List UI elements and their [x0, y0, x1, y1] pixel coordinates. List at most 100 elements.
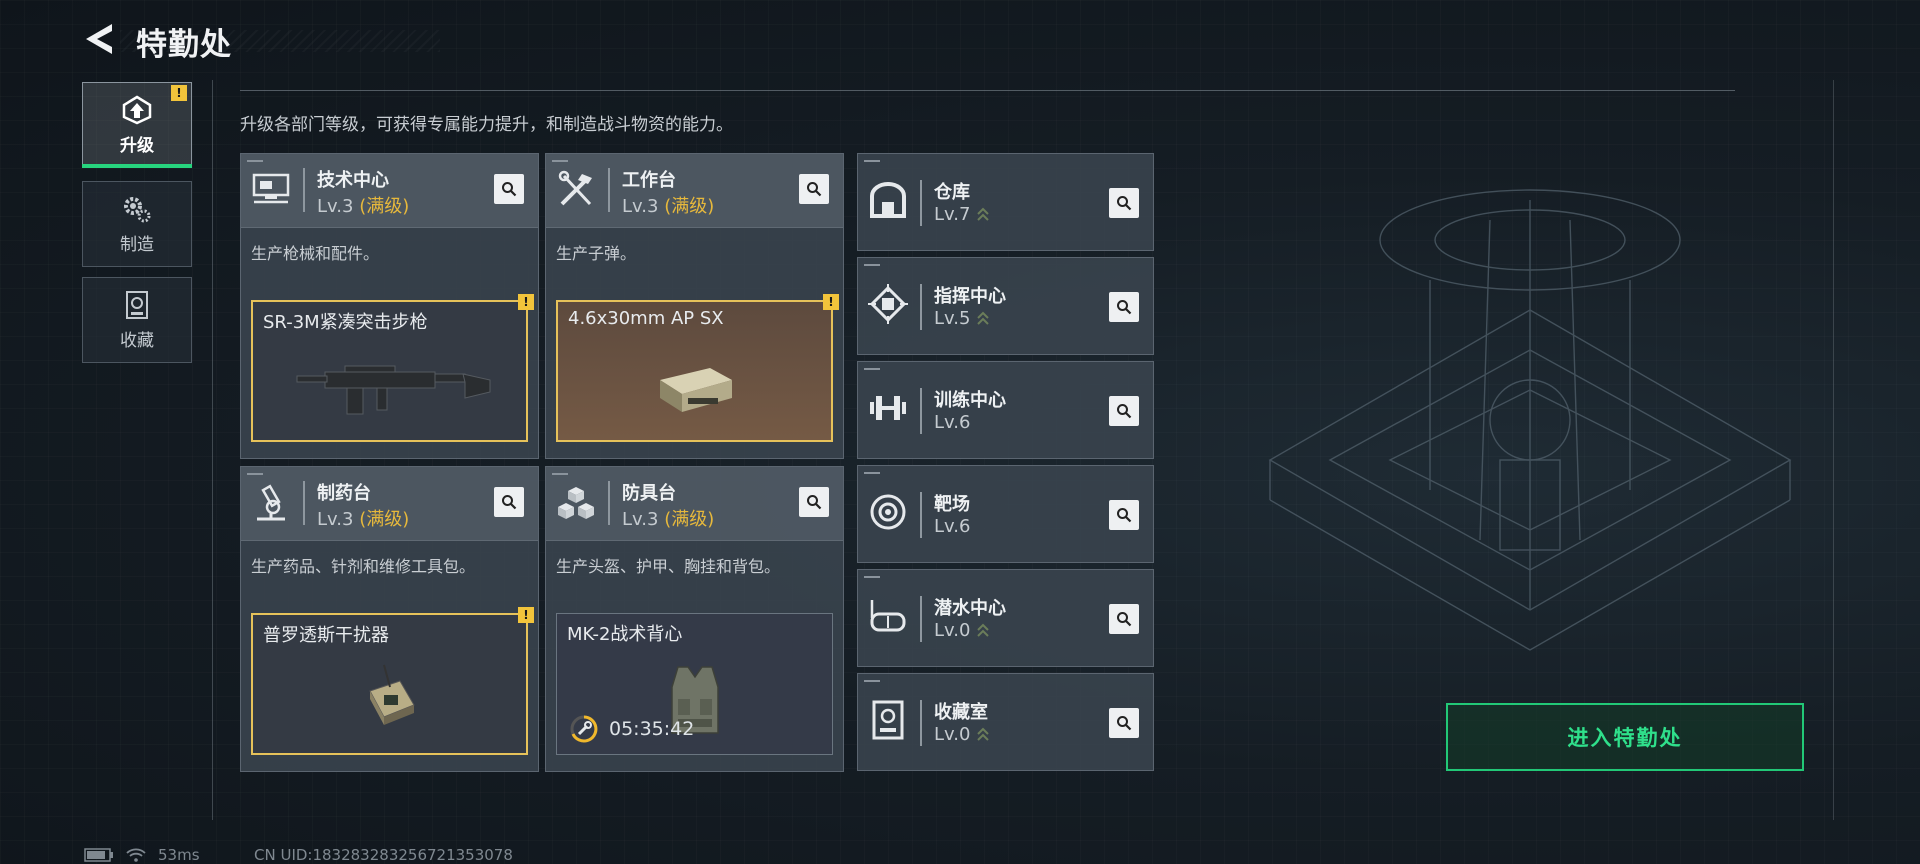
craft-item-slot[interactable]: SR-3M紧凑突击步枪 ! [251, 294, 534, 442]
level-value: Lv.6 [934, 516, 971, 537]
separator [920, 180, 922, 226]
dept-card-header: 技术中心 Lv.3 (满级) [241, 154, 538, 228]
back-arrow-icon[interactable] [82, 20, 116, 58]
separator [303, 481, 305, 525]
top-frame-line [240, 90, 1735, 91]
right-frame-line [1833, 80, 1834, 820]
dumbbell-icon [866, 386, 910, 430]
facility-name: 靶场 [934, 494, 970, 515]
facility-level: Lv.6 [934, 516, 970, 537]
separator [920, 700, 922, 746]
uid-text: CN UID:18328328325672135307​8 [254, 846, 513, 864]
max-level-tag: (满级) [664, 196, 715, 217]
facility-level: Lv.7 [934, 204, 990, 225]
status-bar: 53ms [84, 846, 200, 864]
microscope-icon [249, 481, 293, 525]
corner-mark [552, 473, 568, 475]
warehouse-icon [866, 178, 910, 222]
facility-collection-room[interactable]: 收藏室 Lv.0 [857, 673, 1154, 771]
facility-name: 仓库 [934, 182, 970, 203]
tab-craft-label: 制造 [120, 234, 154, 255]
dept-card-armor-bench[interactable]: 防具台 Lv.3 (满级) 生产头盔、护甲、胸挂和背包。 MK-2战术背心 05… [545, 466, 844, 772]
search-icon [1117, 300, 1132, 315]
corner-mark [552, 160, 568, 162]
search-button[interactable] [1109, 708, 1139, 738]
separator [920, 284, 922, 330]
dept-card-header: 工作台 Lv.3 (满级) [546, 154, 843, 228]
left-frame-line [212, 80, 213, 820]
dept-level: Lv.3 (满级) [317, 505, 409, 531]
tab-upgrade[interactable]: 升级 ! [82, 82, 192, 168]
dept-description: 生产药品、针剂和维修工具包。 [251, 557, 476, 576]
facility-level: Lv.6 [934, 412, 970, 433]
search-icon [807, 182, 822, 197]
item-alert-badge: ! [518, 607, 534, 623]
target-icon [866, 490, 910, 534]
timer-text: 05:35:42 [609, 718, 695, 740]
corner-mark [247, 160, 263, 162]
dept-card-header: 制药台 Lv.3 (满级) [241, 467, 538, 541]
enter-special-ops-button[interactable]: 进入特勤处 [1446, 703, 1804, 771]
chip-icon [866, 282, 910, 326]
tab-upgrade-label: 升级 [120, 135, 154, 156]
level-value: Lv.0 [934, 620, 971, 641]
search-icon [1117, 508, 1132, 523]
corner-mark [864, 160, 880, 162]
search-button[interactable] [1109, 500, 1139, 530]
corner-mark [864, 680, 880, 682]
max-level-tag: (满级) [664, 509, 715, 530]
dept-level: Lv.3 (满级) [622, 505, 714, 531]
dept-name: 工作台 [622, 170, 676, 191]
level-value: Lv.3 [317, 196, 354, 217]
craft-item-slot[interactable]: 普罗透斯干扰器 ! [251, 607, 534, 755]
facility-command-center[interactable]: 指挥中心 Lv.5 [857, 257, 1154, 355]
ammo-box-image [558, 342, 831, 434]
dept-level: Lv.3 (满级) [622, 192, 714, 218]
dept-card-tech-center[interactable]: 技术中心 Lv.3 (满级) 生产枪械和配件。 SR-3M紧凑突击步枪 ! [240, 153, 539, 459]
item-alert-badge: ! [823, 294, 839, 310]
wifi-icon [126, 848, 146, 862]
search-button[interactable] [1109, 292, 1139, 322]
search-button[interactable] [494, 174, 524, 204]
search-button[interactable] [1109, 396, 1139, 426]
upgrade-chevron-icon [977, 623, 990, 637]
tab-craft[interactable]: 制造 [82, 181, 192, 267]
craft-item-slot[interactable]: 4.6x30mm AP SX ! [556, 294, 839, 442]
level-value: Lv.3 [317, 509, 354, 530]
facility-name: 潜水中心 [934, 598, 1006, 619]
search-button[interactable] [799, 174, 829, 204]
level-value: Lv.3 [622, 509, 659, 530]
separator [920, 492, 922, 538]
display-case-icon [866, 698, 910, 742]
tab-collection[interactable]: 收藏 [82, 277, 192, 363]
search-icon [502, 182, 517, 197]
facility-level: Lv.0 [934, 620, 990, 641]
dept-card-workbench[interactable]: 工作台 Lv.3 (满级) 生产子弹。 4.6x30mm AP SX ! [545, 153, 844, 459]
facility-name: 指挥中心 [934, 286, 1006, 307]
search-button[interactable] [799, 487, 829, 517]
search-button[interactable] [494, 487, 524, 517]
facility-training-center[interactable]: 训练中心 Lv.6 [857, 361, 1154, 459]
page-title: 特勤处 [136, 27, 232, 63]
search-icon [1117, 612, 1132, 627]
facility-warehouse[interactable]: 仓库 Lv.7 [857, 153, 1154, 251]
dept-card-pharmacy[interactable]: 制药台 Lv.3 (满级) 生产药品、针剂和维修工具包。 普罗透斯干扰器 ! [240, 466, 539, 772]
corner-mark [864, 472, 880, 474]
facility-diving-center[interactable]: 潜水中心 Lv.0 [857, 569, 1154, 667]
level-value: Lv.0 [934, 724, 971, 745]
tab-collection-label: 收藏 [120, 330, 154, 351]
gears-icon [124, 196, 151, 222]
facility-level: Lv.5 [934, 308, 990, 329]
dept-name: 制药台 [317, 483, 371, 504]
jammer-device-image [253, 655, 526, 747]
craft-item-slot[interactable]: MK-2战术背心 05:35:42 [556, 613, 833, 755]
facility-name: 收藏室 [934, 702, 988, 723]
computer-icon [249, 168, 293, 212]
level-value: Lv.6 [934, 412, 971, 433]
search-button[interactable] [1109, 604, 1139, 634]
facility-shooting-range[interactable]: 靶场 Lv.6 [857, 465, 1154, 563]
search-button[interactable] [1109, 188, 1139, 218]
level-value: Lv.7 [934, 204, 971, 225]
item-name: 4.6x30mm AP SX [568, 308, 724, 329]
dept-level: Lv.3 (满级) [317, 192, 409, 218]
